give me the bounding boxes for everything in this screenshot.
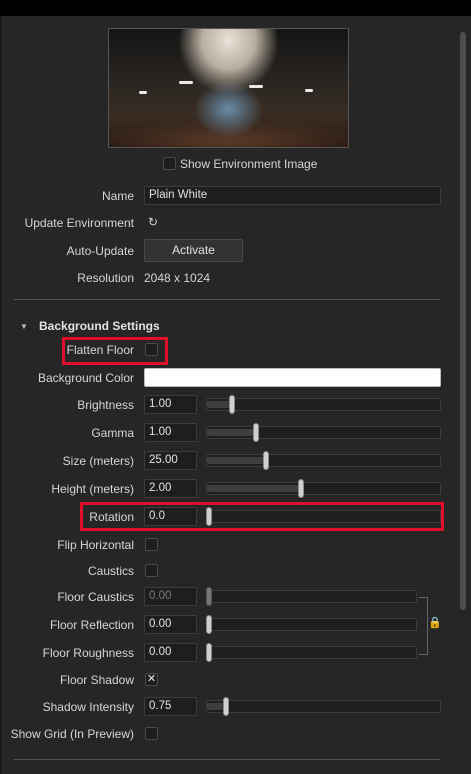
- section-divider: [14, 759, 440, 760]
- thumbnail-light: [305, 89, 313, 92]
- brightness-label: Brightness: [77, 398, 134, 412]
- floor-reflection-slider-track[interactable]: [206, 618, 417, 631]
- height-label: Height (meters): [51, 482, 134, 496]
- brightness-slider-handle[interactable]: [229, 395, 235, 414]
- thumbnail-light: [249, 85, 263, 88]
- gamma-input[interactable]: 1.00: [144, 423, 197, 442]
- show-environment-image-checkbox[interactable]: [163, 157, 176, 170]
- floor-caustics-label: Floor Caustics: [57, 590, 134, 604]
- floor-roughness-input[interactable]: 0.00: [144, 643, 197, 662]
- resolution-label: Resolution: [77, 271, 134, 285]
- floor-roughness-label: Floor Roughness: [42, 646, 134, 660]
- background-color-label: Background Color: [37, 371, 134, 385]
- shadow-intensity-slider-track[interactable]: [206, 700, 441, 713]
- height-input[interactable]: 2.00: [144, 479, 197, 498]
- size-label: Size (meters): [62, 454, 134, 468]
- background-settings-title[interactable]: Background Settings: [39, 319, 160, 333]
- floor-caustics-input[interactable]: 0.00: [144, 587, 197, 606]
- height-slider-handle[interactable]: [298, 479, 304, 498]
- background-color-swatch[interactable]: [144, 368, 441, 387]
- refresh-icon[interactable]: ↻: [146, 215, 160, 229]
- name-input[interactable]: Plain White: [144, 186, 441, 205]
- thumbnail-light: [139, 91, 147, 94]
- auto-update-label: Auto-Update: [66, 244, 134, 258]
- size-slider-handle[interactable]: [263, 451, 269, 470]
- collapse-triangle-icon[interactable]: ▼: [20, 322, 28, 331]
- shadow-intensity-label: Shadow Intensity: [42, 700, 134, 714]
- update-environment-label: Update Environment: [24, 216, 134, 230]
- shadow-intensity-slider-handle[interactable]: [223, 697, 229, 716]
- show-grid-label: Show Grid (In Preview): [10, 727, 134, 741]
- resolution-value: 2048 x 1024: [144, 271, 211, 285]
- floor-shadow-label: Floor Shadow: [59, 673, 134, 687]
- brightness-slider-track[interactable]: [206, 398, 441, 411]
- size-input[interactable]: 25.00: [144, 451, 197, 470]
- floor-reflection-label: Floor Reflection: [49, 618, 134, 632]
- lock-icon[interactable]: 🔒: [428, 616, 442, 630]
- caustics-label: Caustics: [87, 564, 134, 578]
- scrollbar-thumb[interactable]: [460, 32, 466, 610]
- top-bar: [0, 0, 471, 16]
- highlight-box: [80, 502, 444, 531]
- floor-shadow-checkbox[interactable]: ✕: [145, 673, 158, 686]
- name-label: Name: [101, 189, 134, 203]
- show-environment-image-label: Show Environment Image: [180, 157, 318, 171]
- floor-reflection-input[interactable]: 0.00: [144, 615, 197, 634]
- activate-button[interactable]: Activate: [144, 239, 243, 262]
- link-bracket: [419, 597, 428, 655]
- section-divider: [14, 299, 440, 300]
- environment-thumbnail[interactable]: [108, 28, 349, 148]
- flip-horizontal-checkbox[interactable]: [145, 538, 158, 551]
- brightness-input[interactable]: 1.00: [144, 395, 197, 414]
- floor-roughness-slider-handle[interactable]: [206, 643, 212, 662]
- size-slider-track[interactable]: [206, 454, 441, 467]
- panel-border: [0, 16, 2, 774]
- thumbnail-light: [179, 81, 193, 84]
- floor-caustics-slider-track[interactable]: [206, 590, 417, 603]
- gamma-slider-handle[interactable]: [253, 423, 259, 442]
- height-slider-track[interactable]: [206, 482, 441, 495]
- show-grid-checkbox[interactable]: [145, 727, 158, 740]
- gamma-label: Gamma: [91, 426, 134, 440]
- flip-horizontal-label: Flip Horizontal: [57, 538, 134, 552]
- highlight-box: [62, 337, 168, 365]
- shadow-intensity-input[interactable]: 0.75: [144, 697, 197, 716]
- floor-roughness-slider-track[interactable]: [206, 646, 417, 659]
- caustics-checkbox[interactable]: [145, 564, 158, 577]
- floor-reflection-slider-handle[interactable]: [206, 615, 212, 634]
- gamma-slider-track[interactable]: [206, 426, 441, 439]
- floor-caustics-slider-handle[interactable]: [206, 587, 212, 606]
